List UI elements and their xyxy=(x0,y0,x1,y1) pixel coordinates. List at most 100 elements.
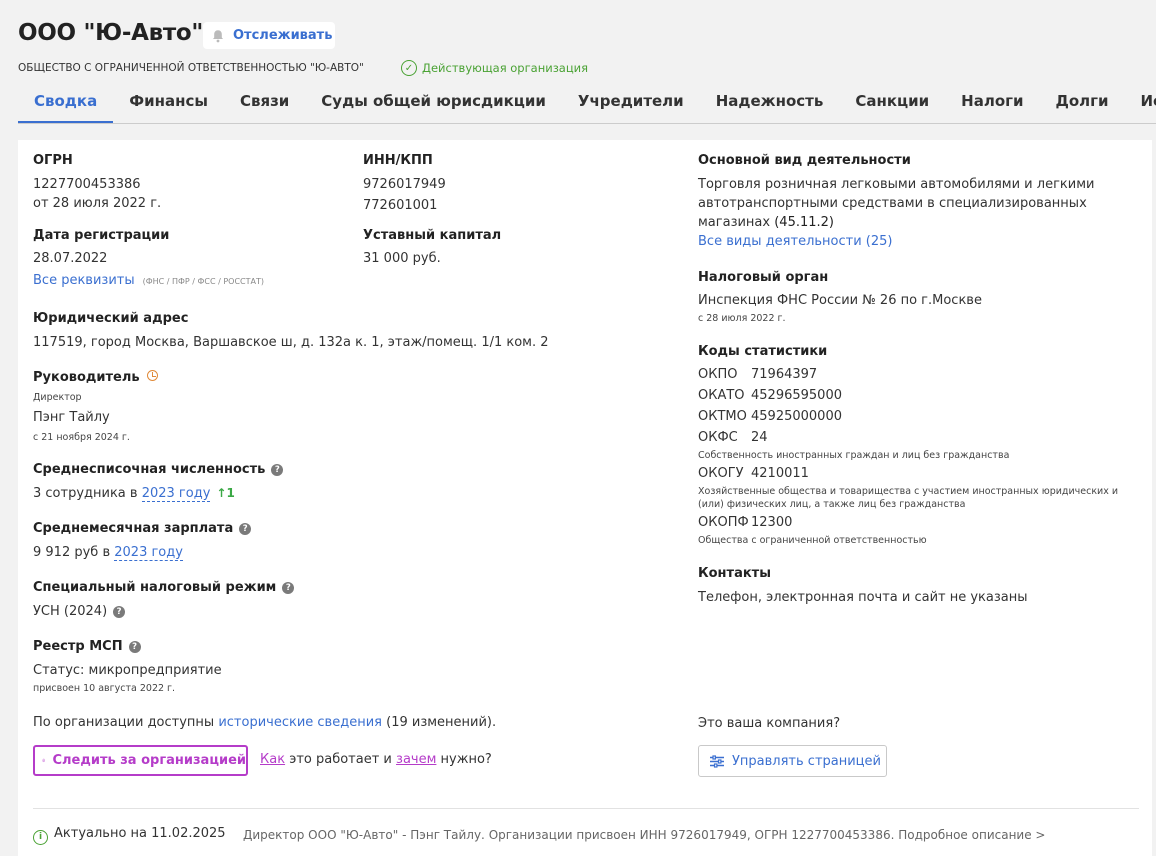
okogu-row: ОКОГУ 4210011 xyxy=(698,466,809,481)
tab-bar: Сводка Финансы Связи Суды общей юрисдикц… xyxy=(18,88,1156,124)
help-icon[interactable]: ? xyxy=(128,641,141,653)
msp-status: Статус: микропредприятие xyxy=(33,663,222,678)
footer-divider xyxy=(33,808,1139,809)
track-button-label: Следить за организацией xyxy=(52,753,246,768)
employees-label: Среднесписочная численность xyxy=(33,462,266,477)
footer-description[interactable]: Директор ООО "Ю-Авто" - Пэнг Тайлу. Орга… xyxy=(243,828,1045,842)
salary-label: Среднемесячная зарплата xyxy=(33,521,234,536)
kpp-value: 772601001 xyxy=(363,198,438,213)
contacts-label: Контакты xyxy=(698,566,771,581)
oktmo-key: ОКТМО xyxy=(698,409,747,424)
tab-summary[interactable]: Сводка xyxy=(18,88,114,123)
head-name: Пэнг Тайлу xyxy=(33,410,110,425)
how-end: нужно? xyxy=(440,752,492,767)
how-it-works-row: Как это работает и зачем нужно? xyxy=(260,752,492,767)
tab-sanctions[interactable]: Санкции xyxy=(839,88,945,123)
tab-founders[interactable]: Учредители xyxy=(562,88,700,123)
follow-label: Отслеживать xyxy=(233,28,333,43)
head-since: с 21 ноября 2024 г. xyxy=(33,432,130,443)
capital-label: Уставный капитал xyxy=(363,228,502,243)
tax-regime-value: УСН (2024) xyxy=(33,604,108,619)
how-link[interactable]: Как xyxy=(260,752,285,767)
employees-change: ↑1 xyxy=(216,486,235,500)
head-role: Директор xyxy=(33,392,82,403)
salary-label-row: Среднемесячная зарплата? xyxy=(33,521,252,536)
okato-row: ОКАТО 45296595000 xyxy=(698,388,842,403)
clock-icon[interactable] xyxy=(146,370,158,381)
tab-links[interactable]: Связи xyxy=(224,88,305,123)
inn-kpp-label: ИНН/КПП xyxy=(363,153,433,168)
how-mid: это работает и xyxy=(289,752,392,767)
tax-regime-label: Специальный налоговый режим xyxy=(33,580,277,595)
okpo-value: 71964397 xyxy=(751,367,818,382)
okpo-key: ОКПО xyxy=(698,367,738,382)
salary-year-link[interactable]: 2023 году xyxy=(114,545,183,561)
tab-courts[interactable]: Суды общей юрисдикции xyxy=(305,88,562,123)
why-link[interactable]: зачем xyxy=(396,752,436,767)
help-icon[interactable]: ? xyxy=(239,523,252,535)
company-full-name: ОБЩЕСТВО С ОГРАНИЧЕННОЙ ОТВЕТСТВЕННОСТЬЮ… xyxy=(18,62,364,74)
tab-finance[interactable]: Финансы xyxy=(113,88,224,123)
tab-history[interactable]: История xyxy=(1124,88,1156,123)
help-icon[interactable]: ? xyxy=(271,464,284,476)
salary-amount: 9 912 руб в xyxy=(33,545,111,560)
stats-label: Коды статистики xyxy=(698,344,828,359)
okato-key: ОКАТО xyxy=(698,388,745,403)
msp-label: Реестр МСП xyxy=(33,639,123,654)
employees-count: 3 сотрудника в xyxy=(33,486,138,501)
help-icon[interactable]: ? xyxy=(113,606,126,618)
head-label: Руководитель xyxy=(33,370,140,385)
okogu-description-2: (или) физических лиц, а также лиц без гр… xyxy=(698,499,966,510)
okogu-value: 4210011 xyxy=(751,466,809,481)
info-icon: i xyxy=(33,830,48,845)
manage-button-label: Управлять страницей xyxy=(732,753,881,769)
tax-regime-value-row: УСН (2024)? xyxy=(33,604,126,619)
manage-page-button[interactable]: Управлять страницей xyxy=(698,745,887,777)
okopf-description: Общества с ограниченной ответственностью xyxy=(698,535,927,546)
status-badge: ✓ Действующая организация xyxy=(401,60,588,76)
msp-assigned: присвоен 10 августа 2022 г. xyxy=(33,683,176,694)
requisites-note: (ФНС / ПФР / ФСС / РОССТАТ) xyxy=(142,277,265,286)
okfs-description: Собственность иностранных граждан и лиц … xyxy=(698,450,1010,461)
all-requisites-link[interactable]: Все реквизиты xyxy=(33,273,135,288)
track-organization-button[interactable]: Следить за организацией xyxy=(33,745,248,776)
tax-authority-label: Налоговый орган xyxy=(698,270,829,285)
oktmo-value: 45925000000 xyxy=(751,409,842,424)
capital-value: 31 000 руб. xyxy=(363,251,441,266)
status-text: Действующая организация xyxy=(422,61,589,75)
history-row: По организации доступны исторические све… xyxy=(33,715,496,730)
head-label-row: Руководитель xyxy=(33,370,158,385)
history-suffix: (19 изменений). xyxy=(386,715,497,730)
employees-year-link[interactable]: 2023 году xyxy=(141,486,211,502)
activity-line-3-text: магазинах xyxy=(698,215,771,230)
employees-label-row: Среднесписочная численность? xyxy=(33,462,284,477)
okato-value: 45296595000 xyxy=(751,388,842,403)
contacts-value: Телефон, электронная почта и сайт не ука… xyxy=(698,590,1028,605)
tax-regime-label-row: Специальный налоговый режим? xyxy=(33,580,295,595)
okogu-description-1: Хозяйственные общества и товарищества с … xyxy=(698,486,1119,497)
tab-taxes[interactable]: Налоги xyxy=(945,88,1039,123)
reg-date-label: Дата регистрации xyxy=(33,228,170,243)
help-icon[interactable]: ? xyxy=(282,582,295,594)
summary-card: ОГРН 1227700453386 от 28 июля 2022 г. ИН… xyxy=(18,140,1152,856)
oktmo-row: ОКТМО 45925000000 xyxy=(698,409,842,424)
ogrn-date: от 28 июля 2022 г. xyxy=(33,196,162,211)
bell-icon xyxy=(213,29,223,42)
follow-button[interactable]: Отслеживать xyxy=(203,22,335,49)
activity-code: (45.11.2) xyxy=(774,215,834,230)
check-circle-icon: ✓ xyxy=(401,60,417,76)
okopf-key: ОКОПФ xyxy=(698,515,749,530)
okfs-row: ОКФС 24 xyxy=(698,430,768,445)
tab-debts[interactable]: Долги xyxy=(1039,88,1124,123)
tab-reliability[interactable]: Надежность xyxy=(700,88,840,123)
reg-date-value: 28.07.2022 xyxy=(33,251,108,266)
requisites-row: Все реквизиты (ФНС / ПФР / ФСС / РОССТАТ) xyxy=(33,273,264,288)
history-link[interactable]: исторические сведения xyxy=(218,715,382,730)
ogrn-label: ОГРН xyxy=(33,153,73,168)
tax-authority-value: Инспекция ФНС России № 26 по г.Москве xyxy=(698,293,982,308)
activity-line-3: магазинах (45.11.2) xyxy=(698,215,834,230)
tax-authority-since: с 28 июля 2022 г. xyxy=(698,313,786,324)
all-activities-link[interactable]: Все виды деятельности (25) xyxy=(698,234,892,249)
okpo-row: ОКПО 71964397 xyxy=(698,367,817,382)
inn-value: 9726017949 xyxy=(363,177,446,192)
